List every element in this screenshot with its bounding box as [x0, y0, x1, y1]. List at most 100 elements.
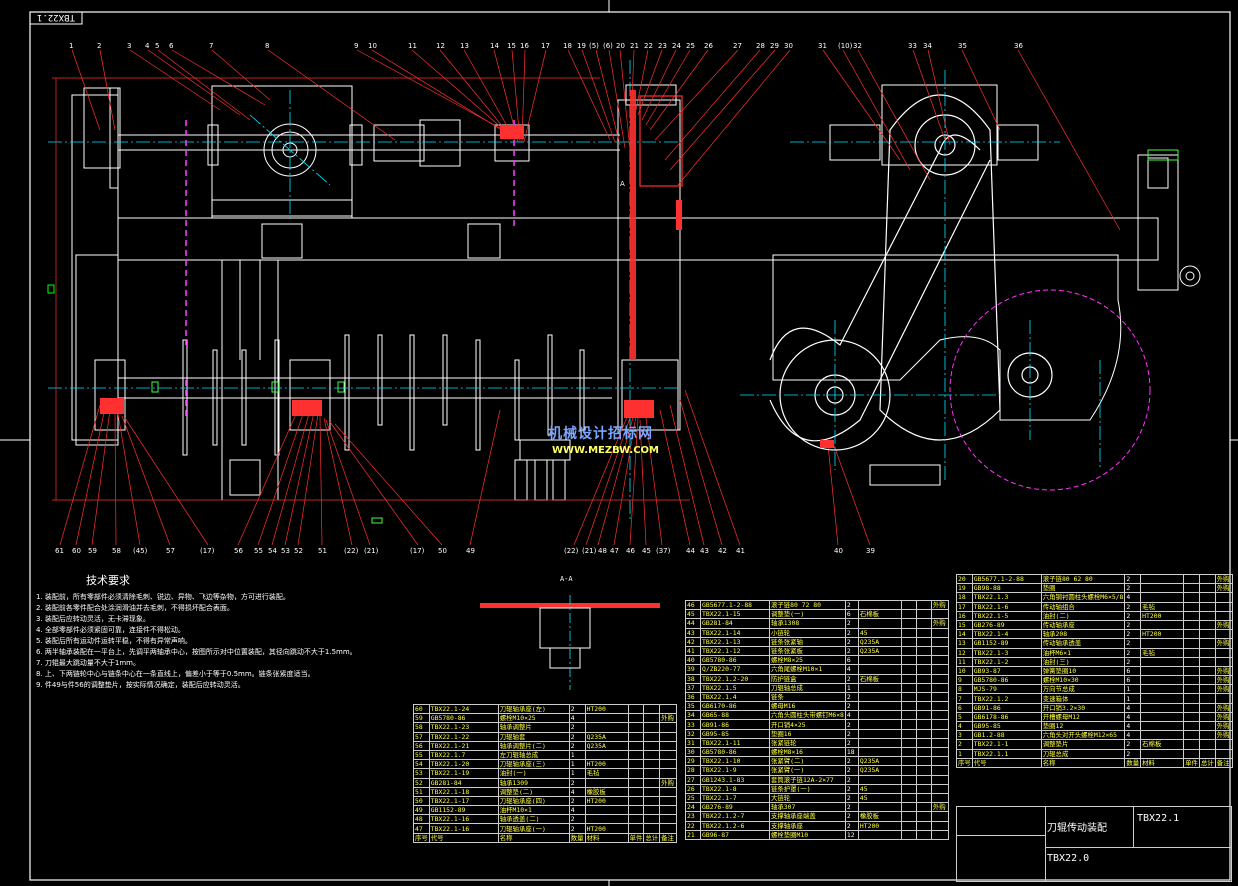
parts-cell [930, 792, 949, 804]
parts-cell: TBX22.1-20 [428, 759, 499, 770]
parts-header-cell: 代号 [428, 832, 499, 843]
parts-cell: 2 [568, 795, 586, 807]
parts-cell [900, 655, 917, 666]
parts-cell: 2 [844, 802, 859, 813]
parts-cell: 17 [956, 601, 973, 612]
parts-cell: 21 [685, 829, 701, 840]
parts-cell [1183, 730, 1200, 741]
parts-cell [857, 710, 902, 721]
parts-cell [915, 728, 932, 739]
parts-cell: 5 [956, 711, 973, 723]
parts-cell: 弹簧垫圈10 [1040, 665, 1126, 677]
callout: 53 [281, 547, 290, 555]
parts-cell [643, 786, 661, 797]
parts-cell: 油封(一) [497, 768, 570, 779]
parts-cell [1140, 638, 1185, 649]
parts-cell: 14 [956, 629, 973, 640]
parts-cell [1183, 610, 1200, 621]
parts-cell: 小链轮 [769, 627, 846, 638]
parts-cell [915, 746, 932, 758]
parts-cell [1198, 693, 1216, 704]
parts-cell: 油封(三) [1040, 656, 1126, 667]
parts-cell [1198, 601, 1216, 612]
parts-cell: 支撑轴承座端盖 [769, 811, 846, 822]
parts-cell [900, 802, 917, 813]
parts-cell: 52 [413, 777, 430, 788]
parts-cell: 外购 [1214, 583, 1233, 594]
parts-cell: GB91-86 [700, 719, 770, 730]
callout: 9 [354, 42, 359, 50]
parts-cell: Q235A [857, 636, 902, 647]
parts-cell [1198, 647, 1216, 658]
parts-cell [900, 691, 917, 703]
parts-cell: GB93-87 [971, 665, 1042, 677]
parts-cell: 9 [956, 675, 973, 686]
parts-cell [584, 814, 629, 825]
parts-row: 57 TBX22.1-22 刀辊轴套 2 Q235A [413, 731, 678, 742]
parts-cell [659, 768, 678, 779]
callout: 35 [958, 42, 967, 50]
requirement-item: 5. 装配后所有运动件运转平稳，不得有异常声响。 [36, 637, 192, 645]
parts-header-cell: 总计 [1198, 757, 1216, 768]
parts-cell [900, 627, 917, 638]
callout: 15 [507, 42, 516, 50]
parts-cell: 2 [844, 701, 859, 712]
parts-cell [857, 802, 902, 813]
parts-cell: 轴承1308 [769, 618, 846, 629]
parts-row: 58 TBX22.1-23 轴承调整片 2 [413, 722, 678, 733]
parts-cell [900, 673, 917, 684]
callout: (21) [582, 547, 597, 555]
callout: (21) [364, 547, 379, 555]
parts-cell: TBX22.1-21 [428, 740, 499, 751]
parts-cell: 刀辊轴承座(左) [497, 703, 570, 715]
parts-cell: 20 [956, 573, 973, 585]
parts-cell [1183, 702, 1200, 713]
parts-row: 51 TBX22.1-18 调整垫(二) 4 橡胶板 [413, 786, 678, 797]
parts-row: 17 TBX22.1-6 传动轴组合 2 毛毡 [956, 601, 1233, 612]
parts-cell: 2 [844, 737, 859, 749]
parts-cell [915, 618, 932, 629]
parts-cell: 2 [844, 783, 859, 794]
parts-cell: 2 [844, 691, 859, 703]
parts-cell [915, 636, 932, 647]
parts-cell [627, 740, 645, 751]
parts-cell: 外购 [1214, 711, 1233, 723]
parts-header-cell: 备注 [659, 832, 678, 843]
parts-row: 22 TBX22.1.2-6 支撑轴承座 2 HT200 [685, 820, 949, 831]
callout: 25 [686, 42, 695, 50]
parts-cell: Q/ZB220-77 [700, 664, 770, 675]
parts-cell [1183, 629, 1200, 640]
parts-cell: TBX22.1-4 [971, 629, 1042, 640]
parts-cell: 油杯M6×1 [1040, 647, 1126, 658]
parts-cell: 12 [956, 647, 973, 658]
parts-cell [1198, 656, 1216, 667]
parts-cell: GB1243.1-83 [700, 774, 770, 785]
parts-cell: Q235A [584, 740, 629, 751]
parts-cell [900, 728, 917, 739]
parts-cell: 6 [956, 702, 973, 713]
parts-cell [915, 655, 932, 666]
parts-cell: 2 [568, 777, 586, 788]
parts-cell: TBX22.1.7 [428, 749, 499, 761]
parts-cell: TBX22.1-16 [428, 823, 499, 834]
parts-row: 31 TBX22.1-11 张紧链轮 2 [685, 737, 949, 749]
parts-cell: GB5677.1-2-88 [971, 573, 1042, 585]
callout: 3 [127, 42, 132, 50]
parts-cell: 2 [844, 599, 859, 611]
parts-cell: 34 [685, 710, 701, 721]
parts-cell: 12 [844, 829, 859, 840]
parts-cell: 37 [685, 682, 701, 693]
callout: 11 [408, 42, 417, 50]
parts-cell [900, 618, 917, 629]
parts-cell [1214, 610, 1233, 621]
parts-cell: TBX22.1.5 [700, 682, 770, 693]
parts-cell [1183, 665, 1200, 677]
callout: 7 [209, 42, 214, 50]
parts-cell [900, 774, 917, 785]
parts-cell: 传动轴承座 [1040, 619, 1126, 631]
parts-cell: 2 [844, 728, 859, 739]
parts-row: 37 TBX22.1.5 刀辊轴总成 1 [685, 682, 949, 693]
parts-cell [1198, 619, 1216, 631]
callout: 42 [718, 547, 727, 555]
parts-row: 19 GB98-88 垫圈 2 外购 [956, 583, 1233, 594]
